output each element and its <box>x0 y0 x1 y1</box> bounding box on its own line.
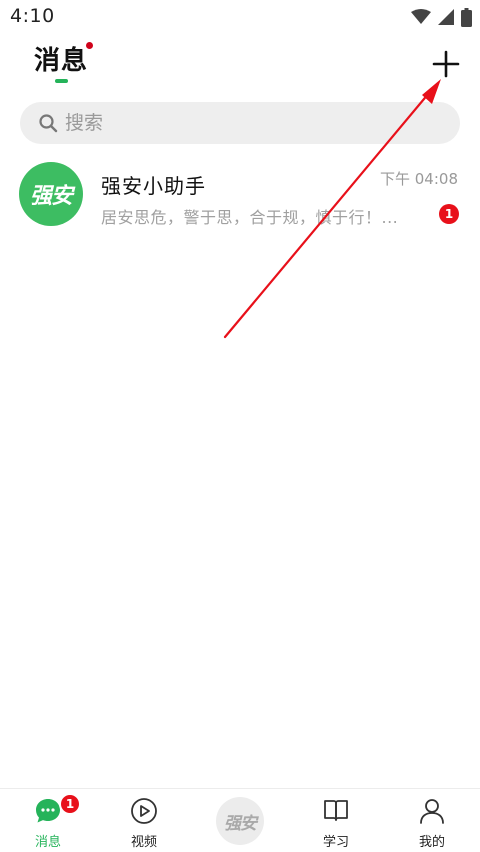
header: 消息 <box>0 34 480 94</box>
conversation-name: 强安小助手 <box>101 174 206 198</box>
conversation-preview: 居安思危，警于思，合于规，慎于行！... <box>101 208 399 227</box>
tab-label: 消息 <box>34 835 61 850</box>
page-title: 消息 <box>34 46 89 76</box>
tab-badge: 1 <box>59 793 81 815</box>
title-underline <box>55 79 68 83</box>
conversation-item[interactable]: 强安 强安小助手 下午 04:08 居安思危，警于思，合于规，慎于行！... 1 <box>0 156 480 236</box>
status-icons <box>411 7 472 27</box>
tab-learning[interactable]: 学习 <box>288 789 384 852</box>
status-time: 4:10 <box>10 5 55 27</box>
unread-badge: 1 <box>439 204 459 224</box>
bottom-tab-bar: 1 消息 视频 强安 学习 我的 <box>0 788 480 852</box>
cellular-signal-icon <box>438 9 454 25</box>
add-button[interactable] <box>430 48 462 80</box>
search-bar[interactable] <box>20 102 460 144</box>
avatar: 强安 <box>19 162 83 226</box>
tab-profile[interactable]: 我的 <box>384 789 480 852</box>
tab-messages[interactable]: 1 消息 <box>0 789 96 852</box>
conversation-time: 下午 04:08 <box>380 170 458 188</box>
book-icon <box>324 800 348 821</box>
wifi-icon <box>411 9 431 24</box>
tab-label: 学习 <box>322 835 349 850</box>
battery-icon <box>461 7 472 27</box>
play-circle-icon <box>131 798 157 824</box>
status-bar: 4:10 <box>0 0 480 34</box>
tab-label: 我的 <box>418 835 445 850</box>
search-icon <box>39 114 58 133</box>
tab-videos[interactable]: 视频 <box>96 789 192 852</box>
plus-icon <box>432 50 460 78</box>
user-icon <box>420 799 444 824</box>
center-logo-button[interactable]: 强安 <box>216 797 264 845</box>
search-input[interactable] <box>65 112 425 134</box>
avatar-logo-text: 强安 <box>29 183 73 209</box>
notification-dot <box>86 42 93 49</box>
tab-label: 视频 <box>130 835 157 850</box>
center-logo-text: 强安 <box>224 813 257 834</box>
chat-bubble-icon <box>36 799 60 823</box>
